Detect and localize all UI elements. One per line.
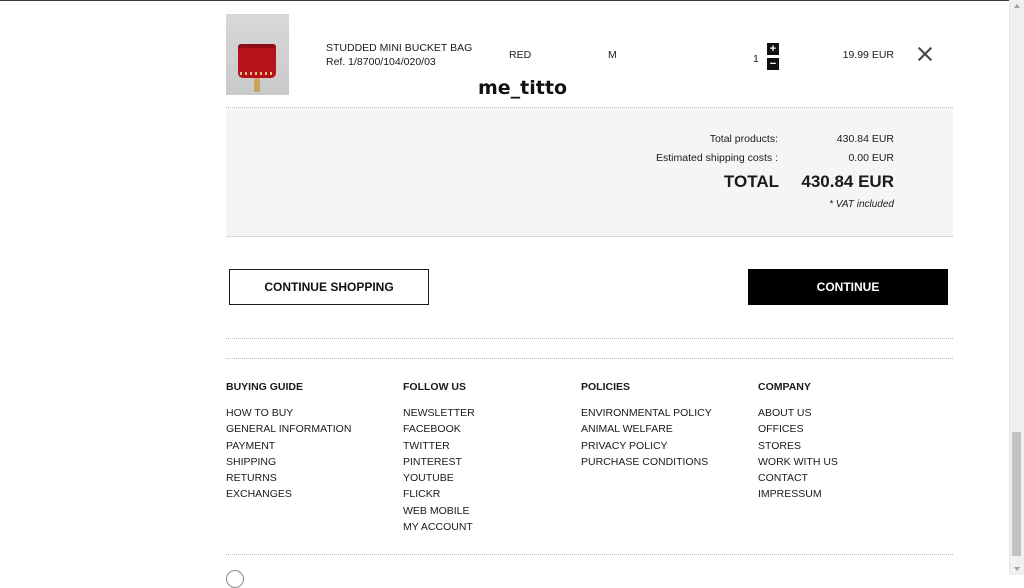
footer-link[interactable]: ANIMAL WELFARE	[581, 421, 751, 437]
product-image[interactable]	[226, 14, 289, 95]
vertical-scrollbar[interactable]	[1009, 0, 1024, 575]
footer-link[interactable]: TWITTER	[403, 438, 573, 454]
quantity-decrease-icon[interactable]: −	[767, 58, 779, 70]
footer-link[interactable]: SHIPPING	[226, 454, 396, 470]
footer-link[interactable]: ENVIRONMENTAL POLICY	[581, 405, 751, 421]
watermark-overlay-text: me_titto	[478, 77, 567, 99]
product-name[interactable]: STUDDED MINI BUCKET BAG	[326, 42, 472, 55]
footer-column-follow-us: FOLLOW US NEWSLETTER FACEBOOK TWITTER PI…	[403, 381, 573, 535]
remove-item-close-icon[interactable]	[915, 44, 935, 64]
product-color: RED	[509, 49, 532, 61]
footer-link[interactable]: PINTEREST	[403, 454, 573, 470]
footer-column-company: COMPANY ABOUT US OFFICES STORES WORK WIT…	[758, 381, 928, 503]
footer-column-buying-guide: BUYING GUIDE HOW TO BUY GENERAL INFORMAT…	[226, 381, 396, 503]
footer-link[interactable]: WORK WITH US	[758, 454, 928, 470]
footer-link[interactable]: YOUTUBE	[403, 470, 573, 486]
quantity-increase-icon[interactable]: +	[767, 43, 779, 55]
product-quantity: 1	[753, 53, 759, 65]
total-products-value: 430.84 EUR	[836, 133, 894, 145]
footer-link[interactable]: OFFICES	[758, 421, 928, 437]
footer-column-policies: POLICIES ENVIRONMENTAL POLICY ANIMAL WEL…	[581, 381, 751, 470]
footer-divider-bottom	[226, 358, 953, 359]
footer-link[interactable]: HOW TO BUY	[226, 405, 396, 421]
footer-link[interactable]: STORES	[758, 438, 928, 454]
footer-link[interactable]: CONTACT	[758, 470, 928, 486]
grand-total-value: 430.84 EUR	[801, 172, 894, 191]
shipping-costs-label: Estimated shipping costs :	[656, 152, 778, 164]
footer-link[interactable]: FLICKR	[403, 486, 573, 502]
footer-divider-top	[226, 338, 953, 339]
bag-chain-shape	[254, 78, 260, 92]
scrollbar-thumb[interactable]	[1012, 432, 1021, 556]
footer-link[interactable]: WEB MOBILE	[403, 503, 573, 519]
footer-link[interactable]: PURCHASE CONDITIONS	[581, 454, 751, 470]
footer-link[interactable]: FACEBOOK	[403, 421, 573, 437]
footer-link[interactable]: RETURNS	[226, 470, 396, 486]
product-size: M	[608, 49, 617, 61]
footer-link[interactable]: MY ACCOUNT	[403, 519, 573, 535]
bottom-circle-icon	[226, 570, 244, 588]
footer-link[interactable]: NEWSLETTER	[403, 405, 573, 421]
continue-shopping-button[interactable]: CONTINUE SHOPPING	[229, 269, 429, 305]
footer-heading: COMPANY	[758, 381, 811, 393]
vat-note: * VAT included	[829, 199, 894, 210]
scroll-down-arrow-icon[interactable]	[1014, 567, 1020, 571]
footer-link[interactable]: PAYMENT	[226, 438, 396, 454]
scroll-up-arrow-icon[interactable]	[1014, 4, 1020, 8]
top-divider	[0, 0, 1010, 1]
total-products-label: Total products:	[709, 133, 778, 145]
footer-link[interactable]: IMPRESSUM	[758, 486, 928, 502]
footer-link[interactable]: EXCHANGES	[226, 486, 396, 502]
footer-divider-end	[226, 554, 953, 555]
footer-link[interactable]: PRIVACY POLICY	[581, 438, 751, 454]
footer-heading: BUYING GUIDE	[226, 381, 304, 393]
continue-button[interactable]: CONTINUE	[748, 269, 948, 305]
footer-heading: FOLLOW US	[403, 381, 466, 393]
product-ref: Ref. 1/8700/104/020/03	[326, 56, 436, 68]
grand-total-label: TOTAL	[723, 172, 779, 191]
bag-studs-shape	[240, 72, 274, 75]
footer-link[interactable]: GENERAL INFORMATION	[226, 421, 396, 437]
footer-heading: POLICIES	[581, 381, 631, 393]
footer-link[interactable]: ABOUT US	[758, 405, 928, 421]
product-price: 19.99 EUR	[842, 49, 894, 61]
shipping-costs-value: 0.00 EUR	[848, 152, 894, 164]
